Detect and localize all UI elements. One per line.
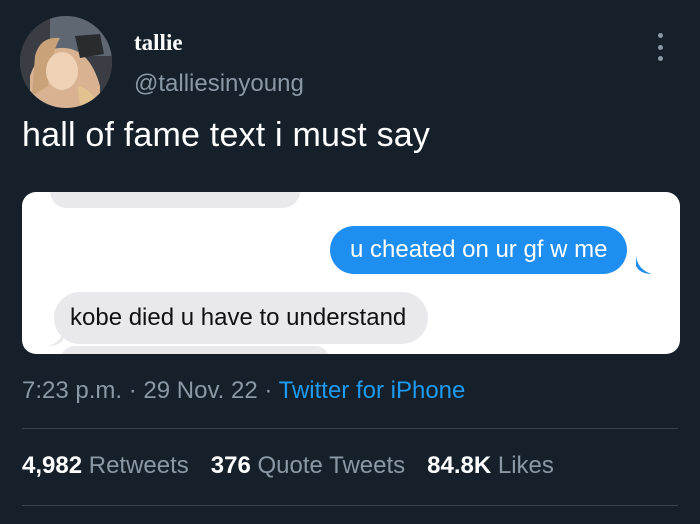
profile-photo xyxy=(20,16,112,108)
divider xyxy=(22,505,678,506)
received-message-text: kobe died u have to understand xyxy=(70,304,407,331)
more-vertical-icon xyxy=(657,33,663,38)
tweet-timestamp: 7:23 p.m. · 29 Nov. 22 · Twitter for iPh… xyxy=(22,377,466,404)
tweet-date[interactable]: 29 Nov. 22 xyxy=(143,377,257,404)
bubble-tail-icon xyxy=(48,328,64,346)
bubble-tail-icon xyxy=(636,256,652,274)
tweet-source-link[interactable]: Twitter for iPhone xyxy=(279,377,466,404)
sent-message-text: u cheated on ur gf w me xyxy=(350,236,608,263)
retweets-stat[interactable]: 4,982 Retweets xyxy=(22,452,189,480)
received-message-bubble: kobe died u have to understand xyxy=(54,292,429,344)
sent-message-bubble: u cheated on ur gf w me xyxy=(330,226,628,274)
cropped-message-bubble xyxy=(50,192,300,208)
user-handle[interactable]: @talliesinyoung xyxy=(134,70,304,98)
tweet-media-image[interactable]: u cheated on ur gf w me kobe died u have… xyxy=(22,192,680,354)
tweet-text: hall of fame text i must say xyxy=(22,116,431,154)
likes-stat[interactable]: 84.8K Likes xyxy=(427,452,554,480)
divider xyxy=(22,428,678,429)
tweet-stats: 4,982 Retweets 376 Quote Tweets 84.8K Li… xyxy=(22,452,554,480)
display-name[interactable]: tallie xyxy=(134,30,183,56)
avatar[interactable] xyxy=(20,16,112,108)
quote-tweets-stat[interactable]: 376 Quote Tweets xyxy=(211,452,405,480)
more-options-button[interactable] xyxy=(651,30,669,64)
tweet-time[interactable]: 7:23 p.m. xyxy=(22,377,122,404)
cropped-message-bubble xyxy=(60,346,330,354)
